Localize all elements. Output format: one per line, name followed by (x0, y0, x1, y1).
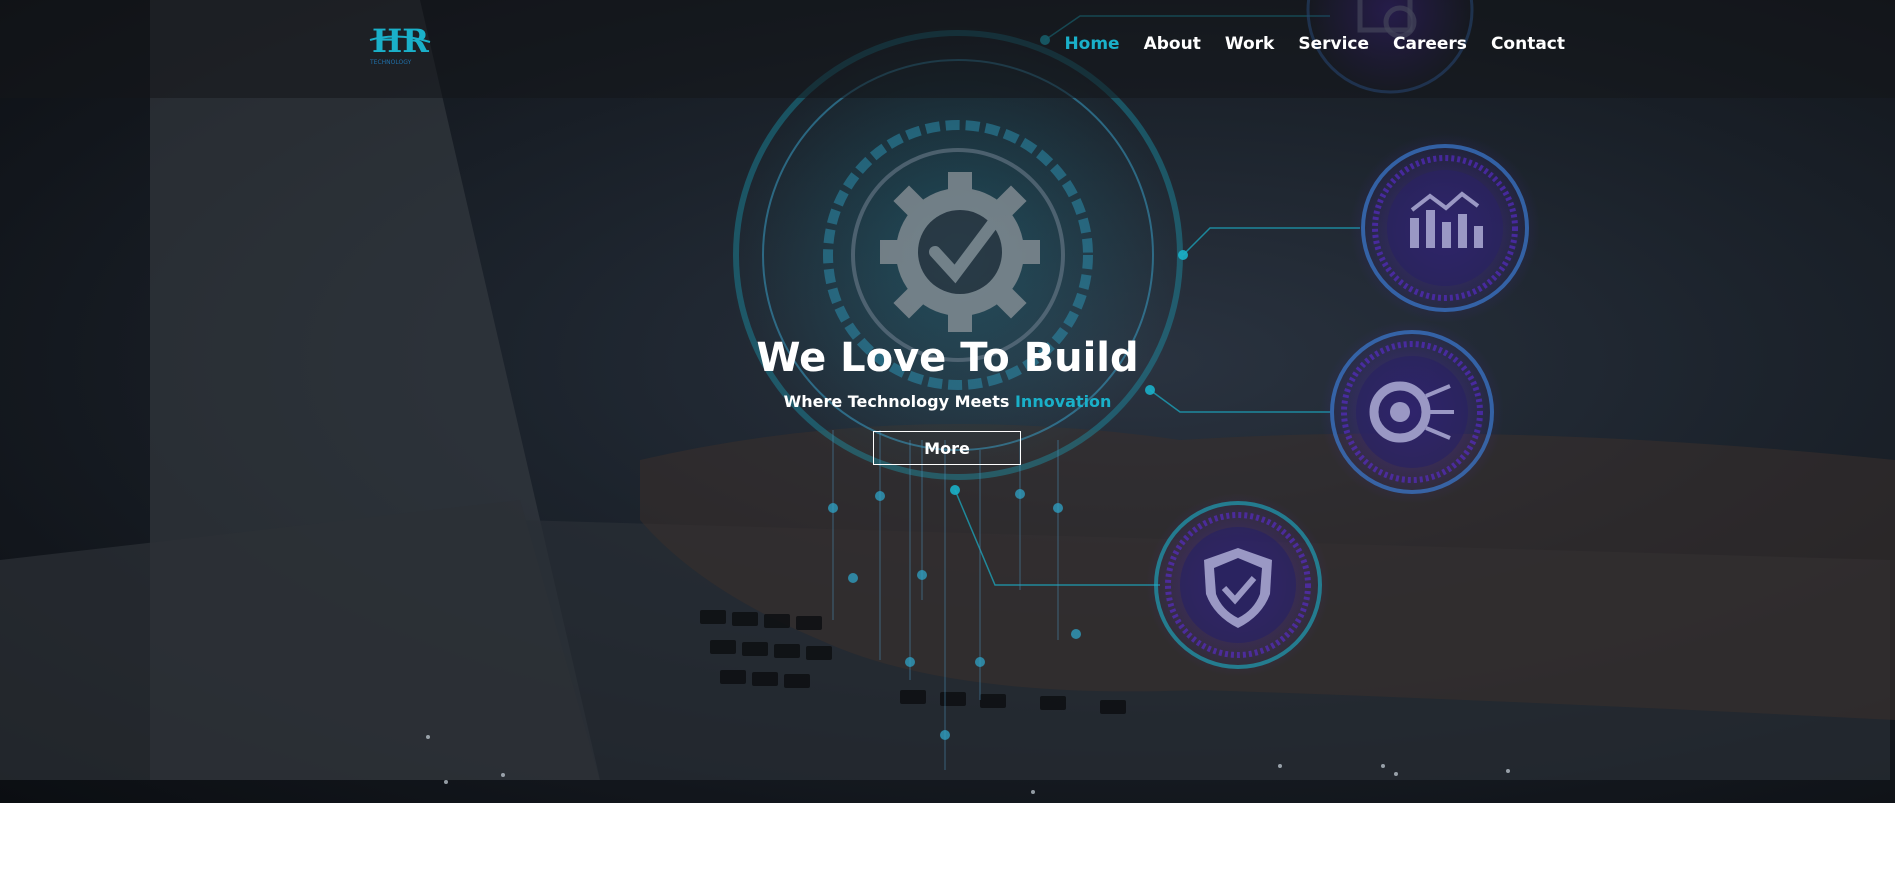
logo[interactable]: HR TECHNOLOGY (368, 18, 436, 70)
nav-service[interactable]: Service (1298, 34, 1369, 54)
nav-careers[interactable]: Careers (1393, 34, 1467, 54)
nav-contact[interactable]: Contact (1491, 34, 1565, 54)
hero-subtitle: Where Technology Meets Innovation (0, 392, 1895, 411)
main-nav: Home About Work Service Careers Contact (1064, 34, 1565, 54)
gear-check-icon (880, 172, 1040, 332)
bar-chart-icon (1350, 133, 1540, 323)
nav-home[interactable]: Home (1064, 34, 1119, 54)
site-header: HR TECHNOLOGY Home About Work Service Ca… (0, 0, 1895, 98)
hero-section: HR TECHNOLOGY Home About Work Service Ca… (0, 0, 1895, 803)
shield-check-icon (1146, 493, 1330, 677)
hero-subtitle-prefix: Where Technology Meets (783, 392, 1015, 411)
nav-work[interactable]: Work (1225, 34, 1275, 54)
logo-mark: HR (372, 22, 429, 60)
logo-tagline: TECHNOLOGY (369, 59, 412, 66)
more-button[interactable]: More (873, 431, 1021, 465)
hero-title: We Love To Build (756, 335, 1139, 381)
hero-subtitle-accent: Innovation (1014, 392, 1112, 411)
nav-about[interactable]: About (1144, 34, 1201, 54)
